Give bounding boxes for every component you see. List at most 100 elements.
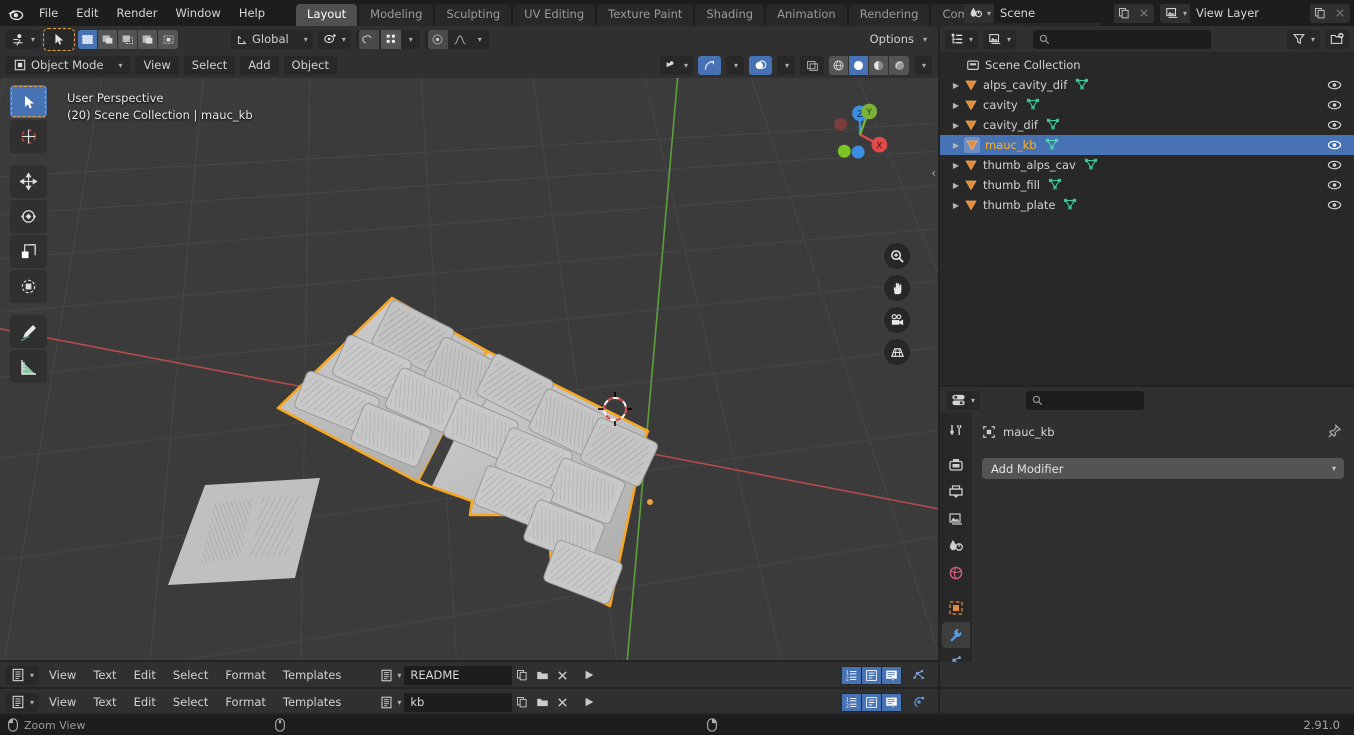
text-editor-type-icon[interactable]: ▾	[6, 692, 40, 712]
proportional-edit-group[interactable]: ▾	[424, 29, 489, 49]
select-cursor-icon[interactable]	[43, 27, 76, 51]
cursor-tool[interactable]	[10, 120, 47, 153]
view-layer-name[interactable]: View Layer	[1190, 3, 1310, 23]
text-menu-format[interactable]: Format	[218, 666, 273, 684]
tweak-tool-icon[interactable]: ▾	[6, 29, 41, 49]
proportional-edit-icon[interactable]	[427, 29, 448, 49]
scene-tab[interactable]	[942, 533, 970, 559]
visibility-eye-icon[interactable]	[1327, 98, 1342, 115]
tab-rendering[interactable]: Rendering	[848, 4, 930, 26]
view-layer-tab[interactable]	[942, 506, 970, 532]
disclosure-triangle-icon[interactable]: ▶	[948, 161, 964, 170]
new-copy-icon[interactable]	[1310, 3, 1330, 23]
rendered-shading[interactable]	[889, 55, 909, 75]
shading-dropdown[interactable]: ▾	[914, 55, 932, 75]
snap-group[interactable]: ▾	[355, 29, 420, 49]
outliner-row-mauc_kb[interactable]: ▶ mauc_kb	[940, 135, 1354, 155]
tab-layout[interactable]: Layout	[296, 4, 358, 26]
tab-shading[interactable]: Shading	[695, 4, 765, 26]
tab-texture-paint[interactable]: Texture Paint	[597, 4, 694, 26]
outliner-row-thumb_fill[interactable]: ▶ thumb_fill	[940, 175, 1354, 195]
line-numbers-icon[interactable]: 12	[842, 693, 861, 711]
output-tab[interactable]	[942, 479, 970, 505]
visibility-eye-icon[interactable]	[1327, 118, 1342, 135]
outliner-row-alps_cavity_dif[interactable]: ▶ alps_cavity_dif	[940, 75, 1354, 95]
word-wrap-icon[interactable]	[862, 666, 881, 684]
view-layer-datablock[interactable]: ▾ View Layer	[1159, 3, 1350, 23]
camera-view-icon[interactable]	[884, 307, 910, 333]
select-box-tool[interactable]	[10, 85, 47, 118]
falloff-curve-icon[interactable]	[450, 30, 470, 49]
mesh-data-icon[interactable]	[1045, 137, 1059, 154]
particles-icon[interactable]	[906, 665, 932, 685]
solid-shading[interactable]	[849, 55, 869, 75]
visibility-dropdown[interactable]: ▾	[659, 55, 693, 75]
area-separator-horizontal-props[interactable]	[940, 385, 1354, 387]
text-menu-templates[interactable]: Templates	[276, 666, 348, 684]
material-preview-shading[interactable]	[869, 55, 889, 75]
properties-search-input[interactable]	[1026, 390, 1145, 410]
text-menu-templates[interactable]: Templates	[276, 693, 348, 711]
snap-increment-icon[interactable]	[380, 29, 401, 49]
mesh-data-icon[interactable]	[1084, 157, 1098, 174]
scene-icon[interactable]: ▾	[963, 3, 994, 23]
modifier-tab[interactable]	[942, 622, 970, 648]
outliner-row-thumb_alps_cav[interactable]: ▶ thumb_alps_cav	[940, 155, 1354, 175]
menu-edit[interactable]: Edit	[67, 3, 107, 23]
filter-id-icon[interactable]: ▾	[983, 29, 1017, 49]
toggle-orthographic-icon[interactable]	[884, 339, 910, 365]
select-mode-intersect[interactable]	[158, 29, 179, 49]
line-numbers-icon[interactable]: 12	[842, 666, 861, 684]
wireframe-shading[interactable]	[829, 55, 849, 75]
tab-modeling[interactable]: Modeling	[359, 4, 434, 26]
menu-help[interactable]: Help	[230, 3, 274, 23]
overlays-dropdown[interactable]: ▾	[777, 55, 795, 75]
mesh-data-icon[interactable]	[1046, 117, 1060, 134]
new-text-icon[interactable]	[512, 665, 533, 685]
gizmo-toggle[interactable]	[698, 55, 721, 75]
gizmo-dropdown[interactable]: ▾	[726, 55, 744, 75]
blender-logo-icon[interactable]	[0, 0, 30, 26]
transform-orientation-dropdown[interactable]: Global ▾	[231, 29, 313, 49]
run-script-icon[interactable]	[578, 665, 601, 685]
tab-uv-editing[interactable]: UV Editing	[513, 4, 596, 26]
tool-tab[interactable]	[942, 417, 970, 443]
world-tab[interactable]	[942, 560, 970, 586]
disclosure-triangle-icon[interactable]: ▶	[948, 201, 964, 210]
syntax-highlight-icon[interactable]	[882, 666, 901, 684]
text-file-name[interactable]: README	[404, 665, 513, 685]
outliner-root-row[interactable]: Scene Collection	[940, 55, 1354, 75]
open-folder-icon[interactable]	[532, 665, 553, 685]
snap-magnet-icon[interactable]	[358, 29, 379, 49]
disclosure-triangle-icon[interactable]: ▶	[948, 121, 964, 130]
x-icon[interactable]	[552, 692, 573, 712]
word-wrap-icon[interactable]	[862, 693, 881, 711]
disclosure-triangle-icon[interactable]: ▶	[948, 141, 964, 150]
mesh-data-icon[interactable]	[1048, 177, 1062, 194]
3d-viewport[interactable]: User Perspective (20) Scene Collection |…	[0, 78, 938, 662]
mesh-data-icon[interactable]	[1026, 97, 1040, 114]
text-menu-text[interactable]: Text	[86, 693, 123, 711]
view-layer-icon[interactable]: ▾	[1159, 3, 1190, 23]
select-mode-extend[interactable]	[98, 29, 119, 49]
area-separator-statusbar[interactable]	[0, 713, 1354, 715]
run-script-icon[interactable]	[578, 692, 601, 712]
mesh-data-icon[interactable]	[1063, 197, 1077, 214]
select-mode-invert[interactable]	[138, 29, 159, 49]
text-display-toggles[interactable]: 12	[841, 692, 902, 712]
text-file-name[interactable]: kb	[404, 692, 513, 712]
area-separator-horizontal-text1[interactable]	[0, 660, 938, 662]
xray-toggle[interactable]	[800, 55, 824, 75]
properties-editor-icon[interactable]: ▾	[946, 390, 981, 410]
text-menu-format[interactable]: Format	[218, 693, 273, 711]
outliner-row-thumb_plate[interactable]: ▶ thumb_plate	[940, 195, 1354, 215]
text-menu-select[interactable]: Select	[166, 666, 215, 684]
navigation-gizmo[interactable]: Z Y X	[824, 93, 896, 165]
outliner-row-cavity[interactable]: ▶ cavity	[940, 95, 1354, 115]
menu-window[interactable]: Window	[166, 3, 229, 23]
transform-tool[interactable]	[10, 270, 47, 303]
select-mode-set[interactable]	[78, 29, 99, 49]
visibility-eye-icon[interactable]	[1327, 178, 1342, 195]
new-copy-icon[interactable]	[1113, 3, 1134, 23]
select-mode-group[interactable]	[78, 29, 179, 49]
